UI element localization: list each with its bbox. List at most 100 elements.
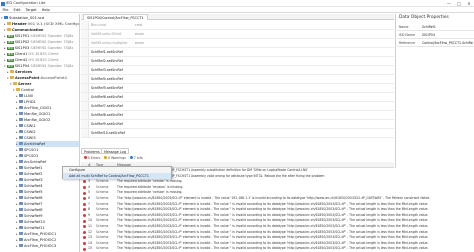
ied-badge: IED (7, 39, 14, 45)
project-tree[interactable]: ▾ Substation_001.scd ▸ Header001 V.1 (SCD X… (0, 14, 80, 252)
row-header[interactable] (81, 93, 89, 101)
grid-row[interactable]: SchIRef3.setSrcRef (81, 66, 394, 75)
ln-icon (19, 196, 23, 200)
tree-node-label: SPCSO2 (24, 154, 39, 158)
row-header[interactable] (81, 57, 89, 65)
tree-node[interactable]: ▸ ArcFlhw_PHOIOC3 (16, 243, 79, 249)
property-value[interactable]: Control/ArcFlhw_PSCCT1.SchIRef1 (422, 39, 473, 47)
file-icon (4, 16, 8, 20)
filter-label: 7 Info (133, 156, 143, 160)
grid-row[interactable]: SchIRef9.setSrcRef (81, 120, 394, 129)
tree-node-label: LPHD1 (24, 100, 36, 104)
grid-row[interactable]: SchIRef4.setSrcRef (81, 75, 394, 84)
ied-badge: IED (7, 45, 14, 51)
tree-node-desc: SIEMENS Siprotec 7SJ8x (30, 40, 74, 44)
grid-row[interactable]: Bim.cmd cmd (81, 21, 394, 30)
problems-list[interactable]: 1Model Integr.Name 'SI' in DM Control/Ar… (81, 168, 474, 252)
grid-row[interactable]: SchIRef6.setSrcRef (81, 93, 394, 102)
ln-icon (19, 142, 23, 146)
grid-row[interactable]: SchIRef1.setSrcRef (81, 48, 394, 57)
tree-node-label: Manflw_GGIO1 (24, 112, 51, 116)
filter-toggle[interactable]: 7 Info (129, 155, 143, 161)
grid-row[interactable]: ValMlf.units.multiplier enum (81, 39, 394, 48)
error-icon (83, 197, 86, 201)
ied-badge: IED (7, 57, 14, 63)
grid-cell-value: cmd (135, 23, 142, 27)
grid-cell-value (135, 48, 175, 56)
property-value[interactable]: SIS1P04 (422, 31, 473, 39)
tree-node-label: SchlwRef10 (24, 220, 45, 224)
row-header[interactable] (81, 129, 89, 137)
close-icon[interactable]: ✕ (464, 0, 474, 7)
filter-toggle[interactable]: 0 Warnings (104, 155, 126, 161)
ln-icon (19, 106, 23, 110)
tree-node-label: CSWI3 (24, 136, 36, 140)
tree-node-label: ArcFlhw_PHOIOC1 (24, 232, 57, 236)
tree-node-label: SchlwRef8 (24, 208, 43, 212)
property-row: Name SchIRef1 (397, 23, 474, 31)
tree-node-label: SIS1P04 (14, 64, 30, 68)
filter-label: 0 Warnings (108, 156, 126, 160)
tree-node-desc: AccessPoint1 (40, 76, 68, 80)
data-object-grid[interactable]: Bim.cmd cmd ValMlf.units.SIUnit enum ValMlf.… (81, 21, 394, 141)
filter-label: 0 Errors (87, 156, 101, 160)
grid-row[interactable]: SchIRef8.setSrcRef (81, 111, 394, 120)
tree-node-label: SchlwRef11 (24, 226, 45, 230)
tree-node-label: AccessPoint (15, 76, 40, 80)
error-icon (83, 247, 86, 251)
minimize-icon[interactable]: — (444, 0, 454, 7)
tree-node-label: Manflw_GGIO2 (24, 118, 51, 122)
tree-node-label: CSWI2 (24, 130, 36, 134)
ied-badge: IED (7, 51, 14, 57)
menu-file[interactable]: File (0, 7, 11, 12)
error-icon (83, 180, 86, 184)
grid-row[interactable]: SchIRef5.setSrcRef (81, 84, 394, 93)
ln-icon (19, 160, 23, 164)
row-header[interactable] (81, 66, 89, 74)
grid-cell-value: enum (135, 41, 145, 45)
grid-cell-value: enum (135, 32, 145, 36)
grid-cell-value (135, 66, 175, 74)
grid-cell-name: Bim.cmd (91, 23, 106, 27)
maximize-icon[interactable]: □ (454, 0, 464, 7)
tab-message-log[interactable]: Message Log (101, 148, 129, 154)
tree-node-label: SIS1P03 (14, 46, 30, 50)
ln-icon (19, 238, 23, 242)
problem-row[interactable]: 15 Schema The 'http://www.iec.ch/61850/200… (81, 246, 474, 252)
row-header[interactable] (81, 21, 89, 29)
menu-edit[interactable]: Edit (11, 7, 23, 12)
ln-icon (19, 118, 23, 122)
grid-row[interactable]: SchIRef7.setSrcRef (81, 102, 394, 111)
context-menu: Configure Add all multi SchIRef to Contro… (62, 166, 172, 179)
row-header[interactable] (81, 48, 89, 56)
problem-message: The 'http://www.iec.ch/61850/2003/SCL:P'… (117, 246, 429, 251)
grid-cell-value (135, 93, 175, 101)
ln-icon (19, 244, 23, 248)
row-header[interactable] (81, 102, 89, 110)
status-dot-icon (129, 156, 133, 160)
row-header[interactable] (81, 75, 89, 83)
ln-icon (19, 208, 23, 212)
grid-row[interactable]: ValMlf.units.SIUnit enum (81, 30, 394, 39)
row-header[interactable] (81, 39, 89, 47)
row-header[interactable] (81, 120, 89, 128)
row-header[interactable] (81, 111, 89, 119)
ln-icon (19, 148, 23, 152)
editor-tab[interactable]: SIS1P04/Control/ArcFlhw_PSCCT1 (83, 14, 148, 20)
menu-help[interactable]: Help (39, 7, 52, 12)
ln-icon (19, 172, 23, 176)
grid-row[interactable]: SchIRef2.setSrcRef (81, 57, 394, 66)
filter-toggle[interactable]: 0 Errors (84, 155, 100, 161)
context-menu-item[interactable]: Add all multi SchIRef to Control/ArcFlhw… (63, 173, 171, 179)
folder-icon (16, 88, 20, 92)
tab-problems[interactable]: Problems (81, 148, 103, 154)
row-header[interactable] (81, 30, 89, 38)
tree-node-label: ArcFlhw_GGIO1 (24, 106, 52, 110)
property-value[interactable]: SchIRef1 (422, 23, 473, 31)
grid-row[interactable]: SchIRef10.setSrcRef (81, 129, 394, 138)
menu-target[interactable]: Target (23, 7, 39, 12)
property-key: Reference (399, 41, 416, 45)
row-header[interactable] (81, 84, 89, 92)
property-key: IED Name (399, 33, 415, 37)
ln-icon (19, 154, 23, 158)
